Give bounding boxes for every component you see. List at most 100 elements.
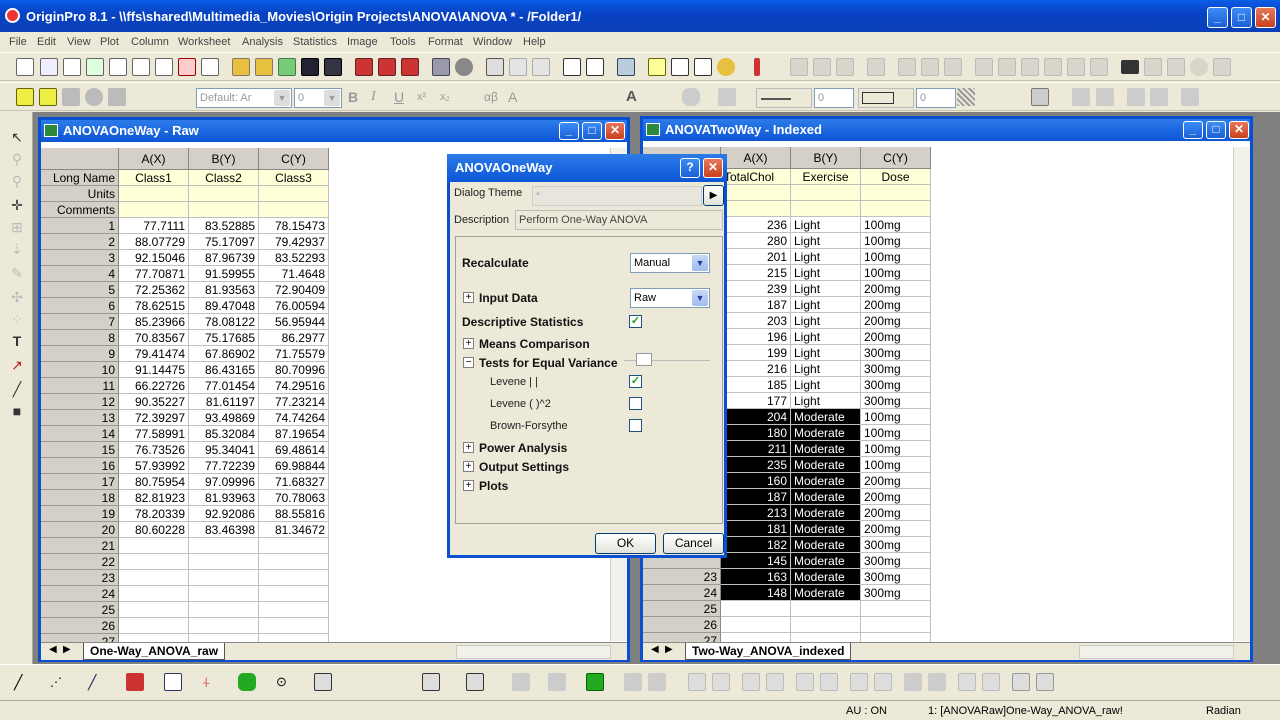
data-cell[interactable]: 213 bbox=[721, 505, 791, 521]
row-header[interactable]: 3 bbox=[41, 250, 119, 266]
data-cell[interactable]: 300mg bbox=[861, 345, 931, 361]
data-cell[interactable]: 280 bbox=[721, 233, 791, 249]
group-objects-icon[interactable] bbox=[1012, 673, 1030, 691]
data-cell[interactable]: Moderate bbox=[791, 537, 861, 553]
data-cell[interactable]: 200mg bbox=[861, 329, 931, 345]
axis-icon[interactable] bbox=[975, 58, 993, 76]
label-cell[interactable] bbox=[721, 201, 791, 217]
worksheet-title-indexed[interactable]: ANOVATwoWay - Indexed bbox=[643, 119, 1250, 141]
label-cell[interactable] bbox=[119, 202, 189, 218]
recalculate-combo[interactable]: Manual ▼ bbox=[630, 253, 710, 273]
row-header[interactable]: 12 bbox=[41, 394, 119, 410]
data-cell[interactable]: 85.32084 bbox=[189, 426, 259, 442]
menu-format[interactable]: Format bbox=[428, 32, 463, 52]
data-cell[interactable]: Light bbox=[791, 377, 861, 393]
subscript-icon[interactable]: x₂ bbox=[440, 88, 458, 106]
menu-file[interactable]: File bbox=[9, 32, 27, 52]
data-cell[interactable]: Moderate bbox=[791, 457, 861, 473]
3d-color-map-icon[interactable] bbox=[586, 673, 604, 691]
column-header[interactable]: C(Y) bbox=[259, 148, 329, 170]
code-builder-icon[interactable] bbox=[648, 58, 666, 76]
tab-prev-icon[interactable]: ◀ bbox=[49, 644, 57, 655]
data-cell[interactable]: 66.22726 bbox=[119, 378, 189, 394]
shift-icon[interactable] bbox=[1150, 88, 1168, 106]
whole-page-icon[interactable] bbox=[836, 58, 854, 76]
label-row-header[interactable]: Units bbox=[41, 186, 119, 202]
data-cell[interactable]: 88.07729 bbox=[119, 234, 189, 250]
data-cell[interactable]: 145 bbox=[721, 553, 791, 569]
row-header[interactable]: 26 bbox=[643, 617, 721, 633]
data-cell[interactable]: Light bbox=[791, 265, 861, 281]
data-cell[interactable] bbox=[259, 602, 329, 618]
clock-icon[interactable] bbox=[1190, 58, 1208, 76]
column-header[interactable]: B(Y) bbox=[189, 148, 259, 170]
data-cell[interactable]: Moderate bbox=[791, 521, 861, 537]
export-page-icon[interactable] bbox=[532, 58, 550, 76]
data-cell[interactable]: 83.52885 bbox=[189, 218, 259, 234]
data-cell[interactable] bbox=[119, 618, 189, 634]
data-cell[interactable]: 80.75954 bbox=[119, 474, 189, 490]
data-cell[interactable]: 200mg bbox=[861, 489, 931, 505]
data-cell[interactable]: 300mg bbox=[861, 585, 931, 601]
data-cell[interactable]: 76.00594 bbox=[259, 298, 329, 314]
raw-maximize-button[interactable]: □ bbox=[582, 122, 602, 140]
data-cell[interactable]: 215 bbox=[721, 265, 791, 281]
text-tool-icon[interactable]: T bbox=[8, 332, 26, 350]
copy-page-icon[interactable] bbox=[509, 58, 527, 76]
back-icon[interactable] bbox=[928, 673, 946, 691]
align-top-icon[interactable] bbox=[742, 673, 760, 691]
data-cell[interactable] bbox=[119, 554, 189, 570]
menu-help[interactable]: Help bbox=[523, 32, 546, 52]
anova-oneway-dialog[interactable]: ANOVAOneWay ? ✕ Dialog Theme * ▶ Descrip… bbox=[447, 154, 727, 558]
italic-icon[interactable]: I bbox=[371, 88, 389, 106]
region-icon[interactable]: ⁘ bbox=[8, 310, 26, 328]
data-cell[interactable]: 57.93992 bbox=[119, 458, 189, 474]
data-cell[interactable]: Moderate bbox=[791, 425, 861, 441]
label-cell[interactable] bbox=[861, 201, 931, 217]
input-data-combo[interactable]: Raw ▼ bbox=[630, 288, 710, 308]
fill-pattern-combo[interactable] bbox=[858, 88, 914, 108]
data-cell[interactable]: 81.61197 bbox=[189, 394, 259, 410]
column-icon[interactable] bbox=[1167, 58, 1185, 76]
3d-plot-icon[interactable] bbox=[422, 673, 440, 691]
axis-tick-icon[interactable] bbox=[1021, 58, 1039, 76]
indexed-maximize-button[interactable]: □ bbox=[1206, 121, 1226, 139]
arrow-tool-icon[interactable]: ↗ bbox=[8, 356, 26, 374]
row-header[interactable]: 4 bbox=[41, 266, 119, 282]
row-header[interactable]: 10 bbox=[41, 362, 119, 378]
data-cell[interactable]: 72.90409 bbox=[259, 282, 329, 298]
label-cell[interactable] bbox=[259, 186, 329, 202]
zoom-in-icon[interactable] bbox=[790, 58, 808, 76]
greek-icon[interactable]: αβ bbox=[484, 88, 506, 106]
data-cell[interactable]: 204 bbox=[721, 409, 791, 425]
data-cell[interactable]: 77.7111 bbox=[119, 218, 189, 234]
label-cell[interactable]: Class1 bbox=[119, 170, 189, 186]
data-cell[interactable]: Light bbox=[791, 329, 861, 345]
stack-icon[interactable] bbox=[1121, 60, 1139, 74]
data-cell[interactable]: 71.68327 bbox=[259, 474, 329, 490]
data-cell[interactable]: 100mg bbox=[861, 233, 931, 249]
menu-statistics[interactable]: Statistics bbox=[293, 32, 337, 52]
tab-next-icon[interactable]: ▶ bbox=[63, 644, 71, 655]
rescale-icon[interactable] bbox=[867, 58, 885, 76]
sheet-tab-indexed[interactable]: Two-Way_ANOVA_indexed bbox=[685, 643, 852, 660]
data-cell[interactable]: 100mg bbox=[861, 265, 931, 281]
data-cell[interactable] bbox=[791, 601, 861, 617]
data-cell[interactable]: 300mg bbox=[861, 361, 931, 377]
open-icon[interactable] bbox=[232, 58, 250, 76]
import-multiple-icon[interactable] bbox=[378, 58, 396, 76]
data-cell[interactable] bbox=[189, 570, 259, 586]
data-cell[interactable]: 203 bbox=[721, 313, 791, 329]
data-cell[interactable] bbox=[259, 538, 329, 554]
row-header[interactable]: 1 bbox=[41, 218, 119, 234]
bold-icon[interactable]: B bbox=[348, 88, 366, 106]
zoom-out-tool-icon[interactable]: ⚲ bbox=[8, 172, 26, 190]
data-cell[interactable]: 100mg bbox=[861, 249, 931, 265]
data-cell[interactable]: 92.15046 bbox=[119, 250, 189, 266]
duplicate-icon[interactable] bbox=[432, 58, 450, 76]
data-cell[interactable]: 92.92086 bbox=[189, 506, 259, 522]
new-notes-icon[interactable] bbox=[155, 58, 173, 76]
row-header[interactable]: 9 bbox=[41, 346, 119, 362]
origin-app-icon[interactable] bbox=[5, 8, 20, 23]
save-template-icon[interactable] bbox=[324, 58, 342, 76]
